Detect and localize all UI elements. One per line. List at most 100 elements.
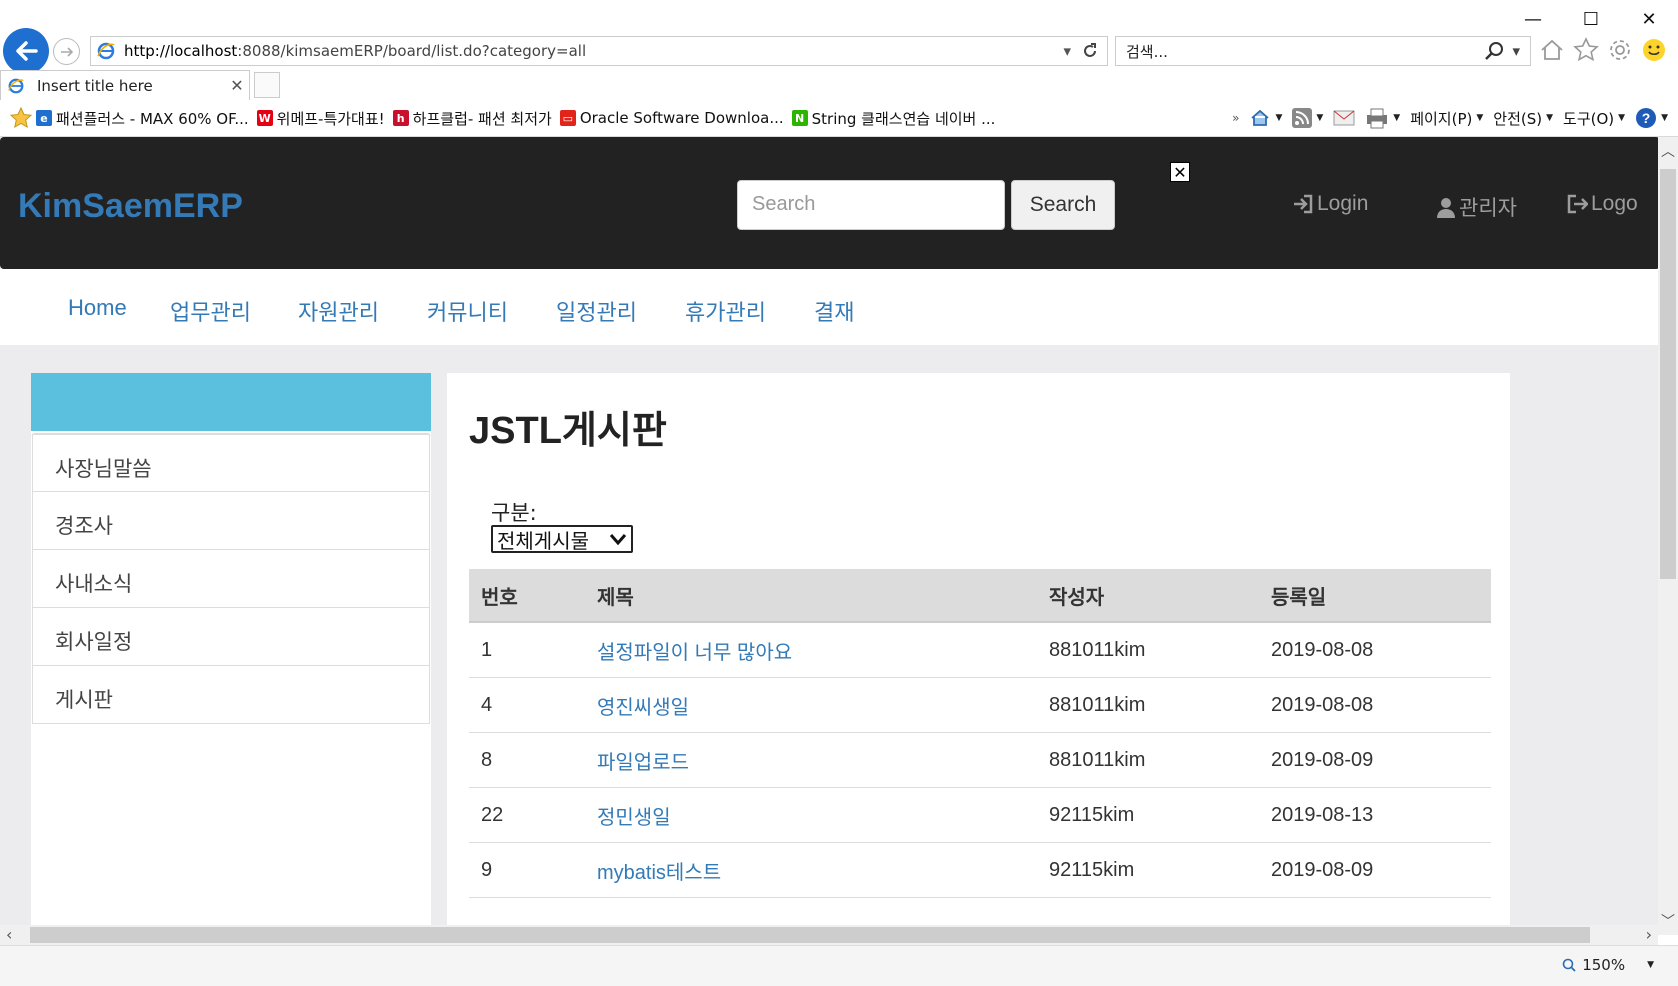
page-menu[interactable]: 페이지(P) ▼ xyxy=(1410,108,1483,129)
row-author: 881011kim xyxy=(1049,748,1146,771)
chevron-down-icon xyxy=(609,534,627,546)
back-button[interactable] xyxy=(3,28,49,74)
favorites-add-icon[interactable] xyxy=(6,106,36,130)
menu-approval[interactable]: 결재 xyxy=(814,295,854,327)
category-label: 구분: xyxy=(491,501,537,525)
row-date: 2019-08-08 xyxy=(1271,638,1374,661)
row-date: 2019-08-13 xyxy=(1271,803,1374,826)
site-search-button[interactable]: Search xyxy=(1011,180,1115,230)
chevron-down-icon[interactable]: ▾ xyxy=(1512,42,1520,60)
category-select[interactable]: 전체게시물 xyxy=(491,525,633,553)
chevron-down-icon[interactable]: ▾ xyxy=(1063,42,1071,60)
sidebar-header xyxy=(31,373,431,431)
row-number: 9 xyxy=(481,858,493,881)
favorite-site-icon: ▭ xyxy=(559,110,576,126)
menu-vacation[interactable]: 휴가관리 xyxy=(685,295,766,327)
search-icon[interactable] xyxy=(1484,41,1504,61)
scroll-up-icon[interactable]: ︿ xyxy=(1661,141,1675,161)
close-tab-icon[interactable]: ✕ xyxy=(225,76,249,95)
favorite-link[interactable]: ▭ Oracle Software Downloa... xyxy=(559,108,784,129)
favorite-link[interactable]: W 위메프-특가대표! xyxy=(256,108,385,129)
more-chevron-icon[interactable]: » xyxy=(1232,111,1239,125)
print-menu[interactable]: ▼ xyxy=(1365,107,1400,129)
status-bar: 150% ▼ xyxy=(0,945,1678,986)
home-menu[interactable]: ▼ xyxy=(1249,107,1282,129)
site-search-input[interactable]: Search xyxy=(737,180,1005,230)
table-row: 22 정민생일 92115kim 2019-08-13 xyxy=(469,788,1491,843)
scroll-right-icon[interactable]: › xyxy=(1646,925,1652,944)
help-icon: ? xyxy=(1636,108,1657,128)
header-date: 등록일 xyxy=(1271,586,1327,609)
sidebar-item-calendar[interactable]: 회사일정 xyxy=(32,608,430,666)
row-title-link[interactable]: mybatis테스트 xyxy=(585,856,1037,885)
menu-work[interactable]: 업무관리 xyxy=(170,295,251,327)
window-controls: — ☐ ✕ xyxy=(1504,4,1678,34)
site-navbar: KimSaemERP Search Search ✕ Login 관리자 Log… xyxy=(0,137,1658,269)
favorite-link[interactable]: e 패션플러스 - MAX 60% OF... xyxy=(36,108,249,129)
menu-schedule[interactable]: 일정관리 xyxy=(556,295,637,327)
gear-icon[interactable] xyxy=(1606,36,1634,64)
favorite-link[interactable]: h 하프클럽- 패션 최저가 xyxy=(392,108,552,129)
sidebar-item-ceo-message[interactable]: 사장님말씀 xyxy=(32,434,430,492)
scroll-left-icon[interactable]: ‹ xyxy=(6,925,12,944)
row-number: 8 xyxy=(481,748,493,771)
logout-link[interactable]: Logo xyxy=(1566,192,1638,216)
sidebar-item-board[interactable]: 게시판 xyxy=(32,666,430,724)
menu-home[interactable]: Home xyxy=(68,295,127,321)
home-icon[interactable] xyxy=(1538,36,1566,64)
row-title-link[interactable]: 파일업로드 xyxy=(585,746,1037,775)
close-icon[interactable]: ✕ xyxy=(1170,162,1190,182)
safety-menu[interactable]: 안전(S) ▼ xyxy=(1493,108,1553,129)
user-icon xyxy=(1437,198,1455,218)
favorite-site-icon: N xyxy=(791,110,808,126)
menu-resources[interactable]: 자원관리 xyxy=(298,295,379,327)
favorite-site-icon: W xyxy=(256,110,273,126)
help-menu[interactable]: ? ▼ xyxy=(1635,107,1668,129)
browser-tab[interactable]: Insert title here ✕ xyxy=(0,70,250,100)
browser-chrome: — ☐ ✕ http://localhost:8088/kimsaemERP/b… xyxy=(0,0,1678,137)
ie-tab-icon xyxy=(8,78,24,93)
main-menu: Home 업무관리 자원관리 커뮤니티 일정관리 휴가관리 결재 xyxy=(0,269,1658,345)
menu-community[interactable]: 커뮤니티 xyxy=(427,295,508,327)
sidebar-item-events[interactable]: 경조사 xyxy=(32,492,430,550)
tab-title: Insert title here xyxy=(37,76,153,95)
row-title-link[interactable]: 설정파일이 너무 많아요 xyxy=(585,636,1037,665)
smiley-feedback-icon[interactable] xyxy=(1640,36,1668,64)
rss-menu[interactable]: ▼ xyxy=(1292,108,1323,128)
url-text: http://localhost:8088/kimsaemERP/board/l… xyxy=(124,42,587,60)
row-author: 92115kim xyxy=(1049,858,1135,881)
admin-link[interactable]: 관리자 xyxy=(1436,192,1517,222)
favorites-star-icon[interactable] xyxy=(1572,36,1600,64)
horizontal-scroll-thumb[interactable] xyxy=(30,927,1590,943)
table-row: 1 설정파일이 너무 많아요 881011kim 2019-08-08 xyxy=(469,623,1491,678)
vertical-scrollbar[interactable]: ︿ ﹀ xyxy=(1658,137,1678,935)
table-row: 4 영진씨생일 881011kim 2019-08-08 xyxy=(469,678,1491,733)
sidebar-list: 사장님말씀 경조사 사내소식 회사일정 게시판 xyxy=(31,433,431,724)
horizontal-scrollbar[interactable]: ‹ › xyxy=(0,925,1658,945)
mail-icon[interactable] xyxy=(1333,109,1355,127)
zoom-control[interactable]: 150% ▼ xyxy=(1562,956,1654,974)
new-tab-button[interactable] xyxy=(254,72,280,98)
row-author: 881011kim xyxy=(1049,693,1146,716)
favorite-label: 위메프-특가대표! xyxy=(276,109,385,128)
board-panel: JSTL게시판 구분: 전체게시물 번호 제목 작성자 등록일 1 설정파일이 너… xyxy=(447,373,1510,935)
tools-menu[interactable]: 도구(O) ▼ xyxy=(1563,108,1625,129)
brand-logo[interactable]: KimSaemERP xyxy=(18,187,243,226)
browser-search-input[interactable]: 검색... ▾ xyxy=(1115,36,1531,66)
close-window-button[interactable]: ✕ xyxy=(1620,4,1678,34)
scroll-down-icon[interactable]: ﹀ xyxy=(1661,911,1675,931)
row-title-link[interactable]: 정민생일 xyxy=(585,801,1037,830)
refresh-icon[interactable] xyxy=(1081,42,1099,60)
row-number: 4 xyxy=(481,693,493,716)
forward-button[interactable] xyxy=(53,38,80,65)
minimize-button[interactable]: — xyxy=(1504,4,1562,34)
maximize-button[interactable]: ☐ xyxy=(1562,4,1620,34)
table-row: 9 mybatis테스트 92115kim 2019-08-09 xyxy=(469,843,1491,898)
login-link[interactable]: Login xyxy=(1292,192,1368,216)
favorite-link[interactable]: N String 클래스연습 네이버 ... xyxy=(791,108,995,129)
vertical-scroll-thumb[interactable] xyxy=(1660,169,1676,579)
address-bar[interactable]: http://localhost:8088/kimsaemERP/board/l… xyxy=(90,36,1108,66)
sidebar: 사장님말씀 경조사 사내소식 회사일정 게시판 xyxy=(31,373,431,935)
row-title-link[interactable]: 영진씨생일 xyxy=(585,691,1037,720)
sidebar-item-news[interactable]: 사내소식 xyxy=(32,550,430,608)
